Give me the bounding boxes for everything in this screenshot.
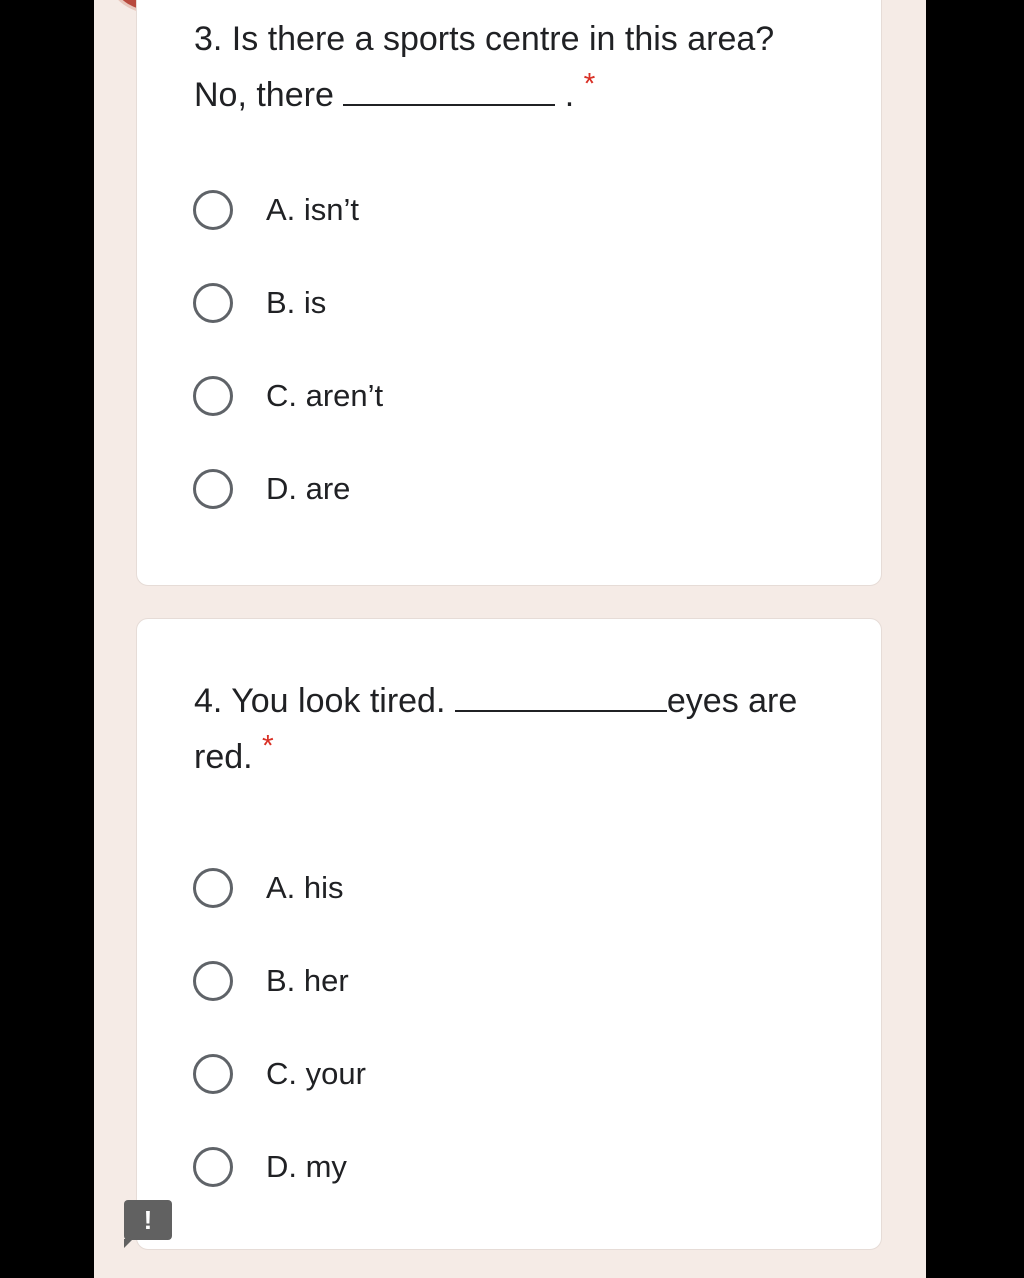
radio-button[interactable] (193, 282, 233, 323)
radio-button[interactable] (193, 189, 233, 230)
question-text: 4. You look tired. eyes are red. * (194, 673, 804, 785)
radio-button[interactable] (193, 960, 233, 1001)
option-d[interactable]: D. my (193, 1120, 861, 1213)
radio-button[interactable] (193, 867, 233, 908)
required-asterisk: * (262, 729, 274, 763)
option-label: C. your (266, 1055, 366, 1091)
option-label: D. are (266, 470, 351, 506)
question-card-3: 3. Is there a sports centre in this area… (136, 0, 882, 586)
radio-button[interactable] (193, 1146, 233, 1187)
option-b[interactable]: B. her (193, 934, 861, 1027)
form-background: 3. Is there a sports centre in this area… (94, 0, 926, 1278)
question-suffix: . (555, 76, 575, 114)
question-text: 3. Is there a sports centre in this area… (194, 11, 804, 123)
required-asterisk: * (583, 67, 596, 101)
radio-button[interactable] (193, 468, 233, 509)
option-label: B. is (266, 284, 327, 320)
answer-blank (454, 688, 667, 712)
options-list: A. isn’t B. is C. aren’t D. are (193, 163, 861, 535)
option-d[interactable]: D. are (193, 442, 861, 535)
option-label: A. isn’t (266, 191, 360, 227)
question-prefix: 4. You look tired. (194, 682, 455, 720)
option-label: D. my (266, 1148, 347, 1184)
option-label: C. aren’t (266, 377, 384, 413)
feedback-icon[interactable]: ! (124, 1200, 172, 1248)
option-a[interactable]: A. isn’t (193, 163, 861, 256)
option-c[interactable]: C. your (193, 1027, 861, 1120)
options-list: A. his B. her C. your D. my (193, 841, 861, 1213)
option-label: A. his (266, 869, 344, 905)
option-c[interactable]: C. aren’t (193, 349, 861, 442)
answer-blank (343, 82, 556, 106)
option-label: B. her (266, 962, 349, 998)
question-card-4: 4. You look tired. eyes are red. * A. hi… (136, 618, 882, 1250)
radio-button[interactable] (193, 375, 233, 416)
radio-button[interactable] (193, 1053, 233, 1094)
option-a[interactable]: A. his (193, 841, 861, 934)
option-b[interactable]: B. is (193, 256, 861, 349)
